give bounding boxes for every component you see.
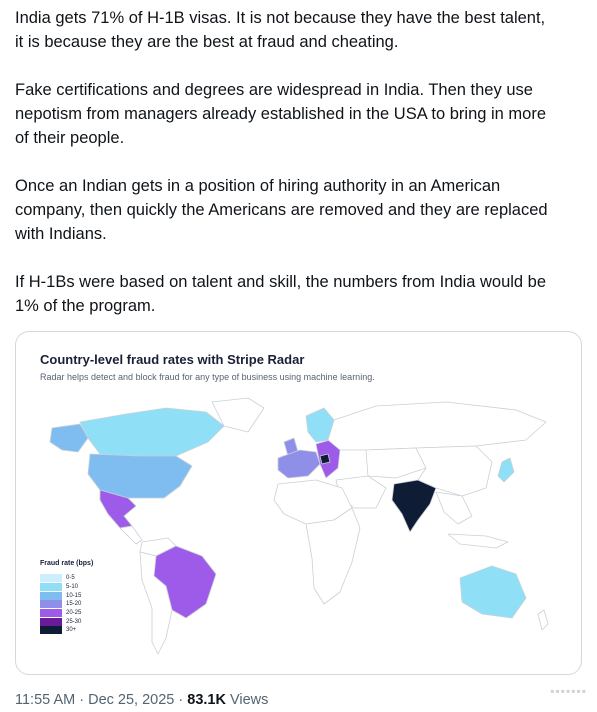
media-title: Country-level fraud rates with Stripe Ra… [40, 352, 305, 367]
legend-item: 30+ [40, 626, 93, 635]
views-count: 83.1K [187, 692, 226, 708]
legend-swatch [40, 591, 62, 600]
legend-item: 10-15 [40, 591, 93, 600]
tweet-time[interactable]: 11:55 AM [15, 692, 75, 708]
legend-title: Fraud rate (bps) [40, 560, 94, 567]
tweet-meta: 11:55 AM · Dec 25, 2025 · 83.1K Views [15, 692, 268, 708]
map-legend: Fraud rate (bps) 0-5 5-10 10-15 15-20 20… [40, 560, 93, 635]
region-indonesia [447, 533, 509, 549]
legend-swatch [40, 626, 62, 635]
legend-label: 15-20 [66, 601, 82, 608]
world-map [49, 397, 549, 655]
region-southeast-asia [435, 491, 473, 525]
media-subtitle: Radar helps detect and block fraud for a… [40, 372, 375, 382]
legend-label: 5-10 [66, 584, 79, 591]
legend-label: 10-15 [66, 592, 82, 599]
legend-item: 0-5 [40, 574, 93, 583]
region-russia [327, 401, 547, 451]
tweet-paragraph: India gets 71% of H-1B visas. It is not … [15, 9, 546, 51]
region-japan [497, 457, 515, 483]
legend-label: 25-30 [66, 618, 82, 625]
meta-separator: · [178, 692, 188, 708]
legend-label: 30+ [66, 627, 77, 634]
tweet-paragraph: Once an Indian gets in a position of hir… [15, 177, 548, 243]
legend-item: 25-30 [40, 617, 93, 626]
legend-swatch [40, 609, 62, 618]
legend-label: 20-25 [66, 610, 82, 617]
legend-swatch [40, 574, 62, 583]
region-canada [79, 407, 225, 457]
region-central-america [119, 525, 143, 545]
tweet-date[interactable]: Dec 25, 2025 [88, 692, 174, 708]
legend-swatch [40, 583, 62, 592]
tweet-text: India gets 71% of H-1B visas. It is not … [15, 6, 587, 342]
legend-label: 0-5 [66, 575, 75, 582]
region-central-asia [365, 447, 427, 479]
views-label: Views [229, 692, 269, 708]
meta-separator: · [79, 692, 89, 708]
region-india [391, 479, 437, 533]
region-central-europe [319, 453, 331, 465]
tweet-paragraph: If H-1Bs were based on talent and skill,… [15, 273, 547, 315]
legend-item: 5-10 [40, 583, 93, 592]
region-europe-west [277, 449, 321, 479]
legend-swatch [40, 600, 62, 609]
region-new-zealand [537, 609, 549, 631]
tweet-paragraph: Fake certifications and degrees are wide… [15, 81, 547, 147]
legend-swatch [40, 617, 62, 626]
legend-item: 15-20 [40, 600, 93, 609]
tweet-media-image[interactable]: Country-level fraud rates with Stripe Ra… [15, 331, 582, 675]
legend-item: 20-25 [40, 609, 93, 618]
region-australia [459, 565, 527, 619]
watermark-icon: ▪▪▪▪▪▪▪ [550, 684, 587, 698]
region-alaska [49, 423, 89, 453]
